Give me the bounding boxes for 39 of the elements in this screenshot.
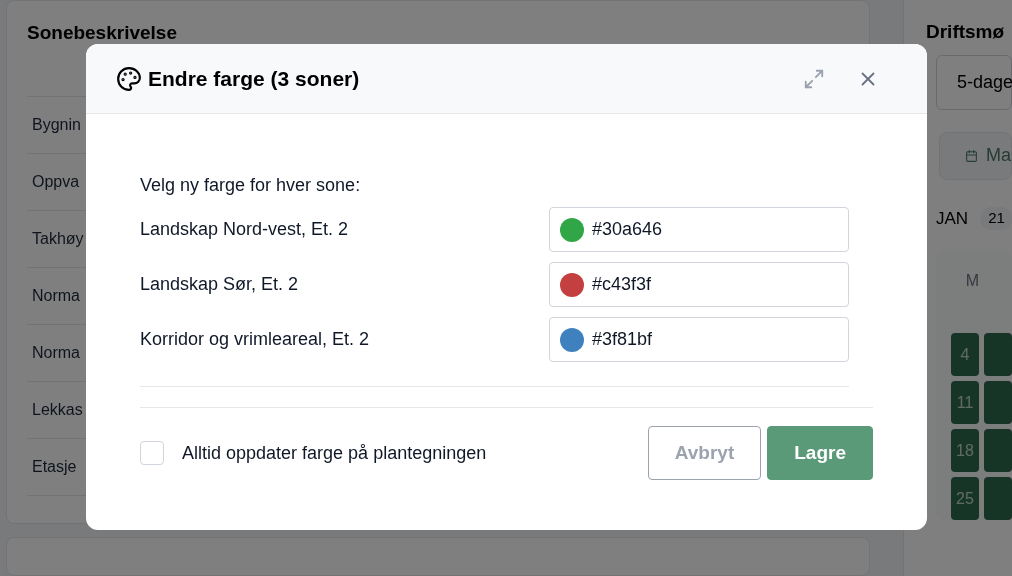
day-cell[interactable] xyxy=(984,429,1012,472)
weekday-label: M xyxy=(964,271,981,291)
maximize-icon xyxy=(803,67,825,90)
checkbox-label: Alltid oppdater farge på plantegningen xyxy=(182,441,487,465)
checkbox[interactable] xyxy=(140,441,164,465)
color-field[interactable]: #3f81bf xyxy=(549,317,849,362)
week-badge: 21 xyxy=(980,207,1012,230)
cancel-button[interactable]: Avbryt xyxy=(647,426,762,480)
day-cell[interactable] xyxy=(984,477,1012,520)
period-select[interactable]: 5-dage xyxy=(936,54,1012,110)
zone-name: Korridor og vrimleareal, Et. 2 xyxy=(140,328,370,351)
palette-icon xyxy=(116,65,142,92)
month-label: JAN xyxy=(936,207,969,230)
day-cell[interactable]: 18 xyxy=(951,429,979,472)
color-field[interactable]: #c43f3f xyxy=(549,262,849,307)
row-label: Takhøy xyxy=(32,228,84,249)
save-button[interactable]: Lagre xyxy=(767,426,873,480)
color-swatch[interactable] xyxy=(560,327,584,352)
row-label: Norma xyxy=(32,342,80,363)
row-label: Lekkas xyxy=(32,399,83,420)
dialog-title: Endre farge (3 soner) xyxy=(148,65,360,92)
day-cell[interactable]: 4 xyxy=(951,333,979,376)
panel-title: Driftsmø xyxy=(926,20,1006,44)
panel-title: Sonebeskrivelse xyxy=(27,21,178,45)
zone-name: Landskap Nord-vest, Et. 2 xyxy=(140,218,349,241)
color-swatch[interactable] xyxy=(560,217,584,242)
row-label: Etasje xyxy=(32,456,77,477)
row-label: Bygnin xyxy=(32,114,81,135)
zone-name: Landskap Sør, Et. 2 xyxy=(140,273,299,296)
color-field[interactable]: #30a646 xyxy=(549,207,849,252)
row-label: Oppva xyxy=(32,171,80,192)
row-label: Norma xyxy=(32,285,80,306)
month-button[interactable]: Ma xyxy=(939,131,1012,180)
instruction-text: Velg ny farge for hver sone: xyxy=(140,174,362,197)
day-cell[interactable] xyxy=(984,381,1012,424)
day-cell[interactable]: 11 xyxy=(951,381,979,424)
day-cell[interactable] xyxy=(984,333,1012,376)
color-swatch[interactable] xyxy=(560,272,584,297)
day-cell[interactable]: 25 xyxy=(951,477,979,520)
